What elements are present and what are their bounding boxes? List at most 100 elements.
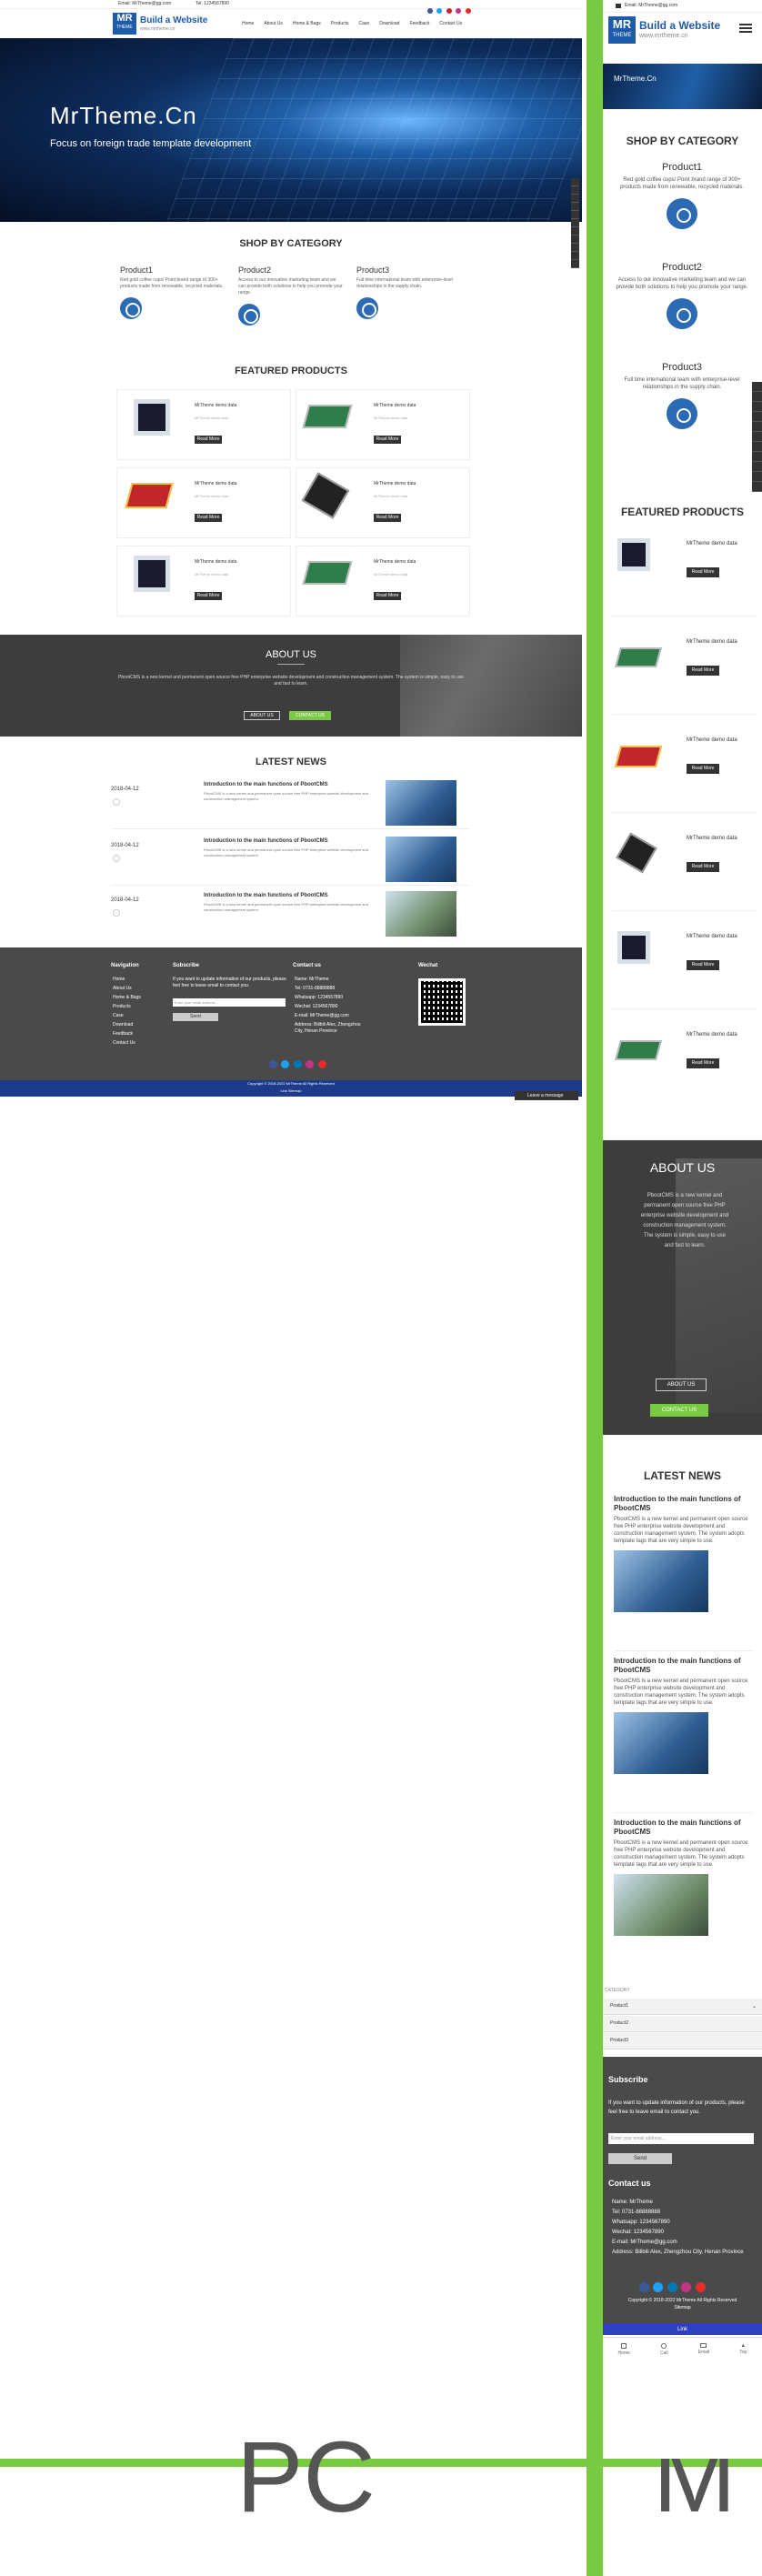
product-card[interactable]: MrTheme demo data MrTheme demo data Read…: [296, 389, 470, 460]
news-title[interactable]: Introduction to the main functions of Pb…: [204, 782, 328, 787]
email-icon[interactable]: [752, 462, 762, 472]
instagram-icon[interactable]: [306, 1060, 315, 1068]
gear-icon[interactable]: [238, 304, 260, 326]
product-card[interactable]: MrTheme demo data MrTheme demo data Read…: [296, 546, 470, 616]
pc-category-item[interactable]: Product2 Access to our innovative market…: [238, 266, 343, 326]
leave-message-chat[interactable]: Leave a message: [515, 1091, 578, 1100]
globe-icon[interactable]: [667, 398, 697, 429]
nav-home[interactable]: Home: [242, 21, 254, 27]
twitter-icon[interactable]: [653, 2282, 664, 2292]
whatsapp-icon[interactable]: [571, 227, 579, 236]
m-bottom-nav-email[interactable]: Email: [698, 2343, 709, 2355]
m-news-item[interactable]: Introduction to the main functions of Pb…: [614, 1657, 752, 1813]
pinterest-icon[interactable]: [571, 203, 579, 211]
pc-category-item[interactable]: Product3 Full time international team wi…: [356, 266, 461, 319]
news-arrow-icon[interactable]: [113, 855, 120, 862]
youtube-icon[interactable]: [571, 219, 579, 227]
m-product-card[interactable]: MrTheme demo data Read More: [612, 724, 757, 813]
twitter-icon[interactable]: [281, 1060, 290, 1068]
footer-nav-home-bags[interactable]: Home & Bags: [113, 995, 141, 1001]
m-subscribe-email-input[interactable]: Enter your email address...: [608, 2133, 754, 2144]
m-news-title[interactable]: Introduction to the main functions of Pb…: [614, 1657, 752, 1675]
read-more-button[interactable]: Read More: [195, 514, 222, 522]
instagram-icon[interactable]: [571, 211, 579, 219]
youtube-icon[interactable]: [317, 1060, 326, 1068]
linkedin-icon[interactable]: [667, 2282, 677, 2292]
m-product-card[interactable]: MrTheme demo data Read More: [612, 822, 757, 911]
m-product-card[interactable]: MrTheme demo data Read More: [612, 1018, 757, 1108]
linkedin-icon[interactable]: [293, 1060, 302, 1068]
m-contact-us-button[interactable]: CONTACT US: [650, 1404, 708, 1417]
m-news-item[interactable]: Introduction to the main functions of Pb…: [614, 1495, 752, 1651]
facebook-icon[interactable]: [571, 178, 579, 186]
read-more-button[interactable]: Read More: [687, 1058, 719, 1068]
pc-footer-links[interactable]: Link Sitemap: [0, 1088, 582, 1095]
pinterest-icon[interactable]: [752, 412, 762, 422]
m-category-item[interactable]: Product2 Access to our innovative market…: [614, 262, 750, 329]
m-contact-email[interactable]: E-mail: MrTheme@gg.com: [612, 2239, 753, 2246]
youtube-icon[interactable]: [695, 2282, 706, 2292]
product-card[interactable]: MrTheme demo data MrTheme demo data Read…: [116, 467, 291, 538]
footer-nav-case[interactable]: Case: [113, 1013, 141, 1019]
m-category-row[interactable]: Product2: [603, 2016, 762, 2032]
news-item[interactable]: 2018-04-12 Introduction to the main func…: [111, 889, 470, 940]
whatsapp-icon[interactable]: [752, 442, 762, 452]
m-about-us-button[interactable]: ABOUT US: [656, 1378, 707, 1391]
chevron-right-icon[interactable]: [571, 260, 579, 268]
m-news-image[interactable]: [614, 1712, 708, 1774]
m-news-image[interactable]: [614, 1874, 708, 1936]
read-more-button[interactable]: Read More: [687, 960, 719, 970]
read-more-button[interactable]: Read More: [374, 592, 401, 600]
qq-icon[interactable]: [571, 252, 579, 260]
about-us-button[interactable]: ABOUT US: [244, 711, 280, 720]
news-image[interactable]: [386, 837, 456, 882]
read-more-button[interactable]: Read More: [687, 764, 719, 774]
qq-icon[interactable]: [752, 472, 762, 482]
product-card[interactable]: MrTheme demo data MrTheme demo data Read…: [296, 467, 470, 538]
m-category-item[interactable]: Product1 Red gold coffee cups/ Point bra…: [614, 162, 750, 229]
chevron-right-icon[interactable]: [752, 482, 762, 492]
footer-nav-contact[interactable]: Contact Us: [113, 1040, 141, 1047]
news-item[interactable]: 2018-04-12 Introduction to the main func…: [111, 835, 470, 886]
linkedin-icon[interactable]: [571, 195, 579, 203]
m-product-card[interactable]: MrTheme demo data Read More: [612, 626, 757, 715]
m-bottom-nav-home[interactable]: Home: [618, 2342, 630, 2356]
contact-us-button[interactable]: CONTACT US: [289, 711, 331, 720]
subscribe-send-button[interactable]: Send: [173, 1013, 218, 1021]
m-category-row[interactable]: Product3: [603, 2033, 762, 2050]
skype-icon[interactable]: [752, 452, 762, 462]
footer-nav-download[interactable]: Download: [113, 1022, 141, 1028]
news-image[interactable]: [386, 891, 456, 937]
m-category-row[interactable]: Product1 ⌄: [603, 1999, 762, 2015]
email-icon[interactable]: [571, 244, 579, 252]
m-news-title[interactable]: Introduction to the main functions of Pb…: [614, 1819, 752, 1837]
footer-nav-feedback[interactable]: Feedback: [113, 1031, 141, 1037]
news-item[interactable]: 2018-04-12 Introduction to the main func…: [111, 778, 470, 829]
m-bottom-nav-call[interactable]: Call: [660, 2342, 668, 2356]
m-news-item[interactable]: Introduction to the main functions of Pb…: [614, 1819, 752, 1975]
linkedin-icon[interactable]: [752, 402, 762, 412]
read-more-button[interactable]: Read More: [687, 567, 719, 577]
m-logo[interactable]: MR THEME Build a Website www.mrtheme.cn: [608, 16, 727, 44]
product-card[interactable]: MrTheme demo data MrTheme demo data Read…: [116, 389, 291, 460]
news-arrow-icon[interactable]: [113, 909, 120, 917]
m-bottom-nav-top[interactable]: ▲ Top: [739, 2343, 747, 2355]
nav-products[interactable]: Products: [331, 21, 349, 27]
m-menu-icon[interactable]: [739, 24, 752, 33]
m-news-image[interactable]: [614, 1550, 708, 1612]
read-more-button[interactable]: Read More: [374, 436, 401, 444]
facebook-icon[interactable]: [269, 1060, 277, 1068]
footer-nav-home[interactable]: Home: [113, 977, 141, 983]
twitter-icon[interactable]: [752, 392, 762, 402]
read-more-button[interactable]: Read More: [374, 514, 401, 522]
news-title[interactable]: Introduction to the main functions of Pb…: [204, 893, 328, 898]
nav-contact[interactable]: Contact Us: [439, 21, 462, 27]
news-image[interactable]: [386, 780, 456, 826]
subscribe-email-input[interactable]: Enter your email address...: [173, 998, 286, 1007]
read-more-button[interactable]: Read More: [195, 436, 222, 444]
facebook-icon[interactable]: [752, 382, 762, 392]
m-subscribe-send-button[interactable]: Send: [608, 2153, 672, 2164]
product-card[interactable]: MrTheme demo data MrTheme demo data Read…: [116, 546, 291, 616]
m-product-card[interactable]: MrTheme demo data Read More: [612, 920, 757, 1009]
read-more-button[interactable]: Read More: [687, 666, 719, 676]
